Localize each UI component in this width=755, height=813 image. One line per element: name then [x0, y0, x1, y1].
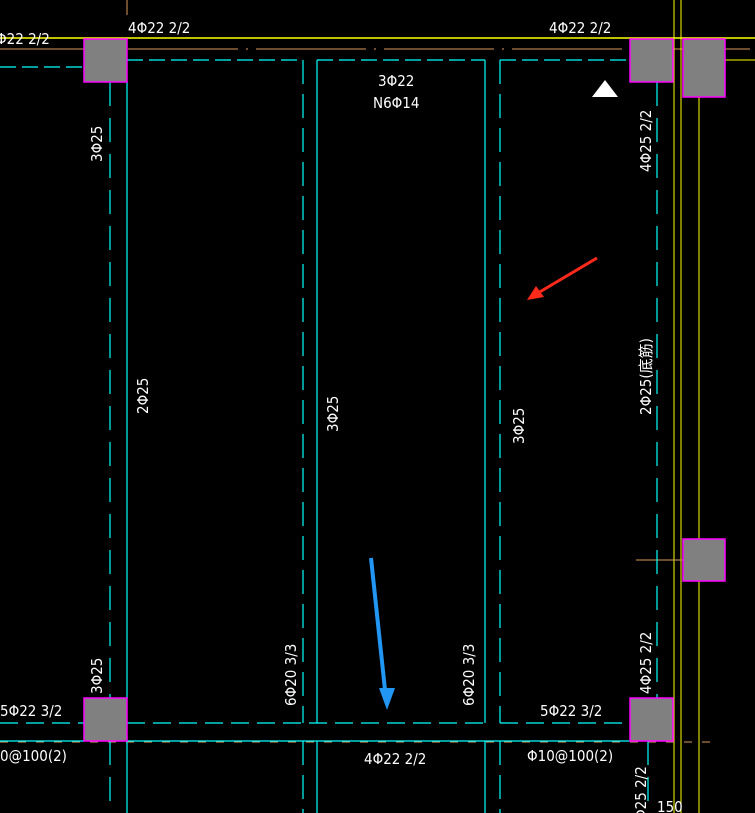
label: Φ22 2/2	[0, 30, 50, 48]
column[interactable]	[682, 38, 726, 98]
column[interactable]	[83, 697, 128, 742]
label: 5Φ22 3/2	[540, 702, 602, 720]
label: 4Φ22 2/2	[128, 19, 190, 37]
label: 3Φ25	[88, 658, 106, 694]
label: 4Φ25 2/2	[637, 632, 655, 694]
label: 6Φ20 3/3	[460, 644, 478, 706]
label: 3Φ25	[510, 408, 528, 444]
triangle-marker-icon	[592, 80, 618, 97]
label: 3Φ25	[324, 396, 342, 432]
label: N6Φ14	[373, 94, 419, 112]
columns	[83, 38, 726, 742]
label: 3Φ22	[378, 72, 414, 90]
label: 150	[657, 798, 683, 813]
label: 4Φ25 2/2	[637, 110, 655, 172]
column[interactable]	[83, 38, 128, 83]
label: 4Φ22 2/2	[549, 19, 611, 37]
label: 2Φ25	[134, 378, 152, 414]
label: 2Φ25(底筋)	[637, 338, 655, 415]
label: 5Φ22 3/2	[0, 702, 62, 720]
label: 0@100(2)	[0, 747, 67, 765]
label: 3Φ25	[88, 126, 106, 162]
label: Φ10@100(2)	[527, 747, 613, 765]
cad-drawing: Φ22 2/2 4Φ22 2/2 4Φ22 2/2 3Φ22 N6Φ14 5Φ2…	[0, 0, 755, 813]
column[interactable]	[629, 38, 674, 83]
blue-arrow-icon	[369, 557, 395, 710]
red-arrow-icon	[527, 256, 598, 300]
label: 4Φ22 2/2	[364, 750, 426, 768]
label: 6Φ20 3/3	[282, 644, 300, 706]
label: Φ25 2/2	[632, 766, 650, 813]
column[interactable]	[629, 697, 674, 742]
column[interactable]	[682, 538, 726, 582]
